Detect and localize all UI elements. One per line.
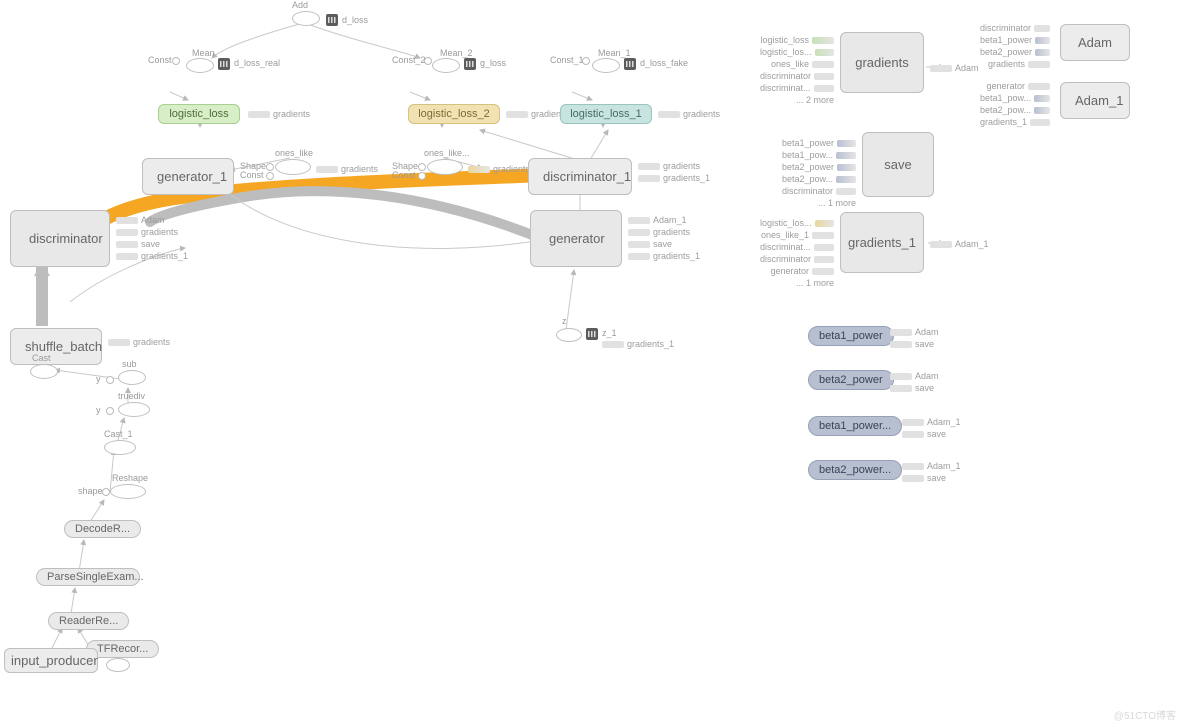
shapep-dot (102, 488, 110, 496)
out-beta2-power: Adam save (890, 370, 939, 394)
in-gradients: logistic_loss logistic_los... ones_like … (760, 34, 834, 106)
node-logistic-loss-1[interactable]: logistic_loss_1 (560, 104, 652, 124)
add-ellipse[interactable] (292, 11, 320, 26)
node-logistic-loss-2[interactable]: logistic_loss_2 (408, 104, 500, 124)
out-ones-like: gradients (316, 163, 378, 175)
out-gradients-1: Adam_1 (930, 238, 989, 250)
shape2-dot (418, 163, 426, 171)
cast1-ellipse[interactable] (104, 440, 136, 455)
node-beta1-power[interactable]: beta1_power (808, 326, 894, 346)
const1-dot (582, 57, 590, 65)
ones-like-1-ellipse[interactable] (427, 159, 463, 175)
label-const-c: Const (392, 170, 416, 180)
const-dot (172, 57, 180, 65)
label-cast: Cast (32, 353, 51, 363)
node-reader[interactable]: ReaderRe... (48, 612, 129, 630)
histogram-icon (586, 328, 598, 340)
mean1-ellipse[interactable] (592, 58, 620, 73)
label-const-1: Const_1 (550, 55, 584, 65)
label-y1: y (96, 374, 101, 384)
node-input-producer[interactable]: input_producer (4, 648, 98, 673)
histogram-icon (218, 58, 230, 70)
histogram-icon (326, 14, 338, 26)
out-z: gradients_1 (602, 338, 674, 350)
in-gradients-1: logistic_los... ones_like_1 discriminat.… (760, 217, 834, 289)
label-g-loss: g_loss (480, 58, 506, 68)
node-adam[interactable]: Adam (1060, 24, 1130, 61)
node-beta2-power-1[interactable]: beta2_power... (808, 460, 902, 480)
out-discriminator-1: gradients gradients_1 (638, 160, 710, 184)
label-d-loss-real: d_loss_real (234, 58, 280, 68)
label-mean-2: Mean_2 (440, 48, 473, 58)
node-beta2-power[interactable]: beta2_power (808, 370, 894, 390)
label-const-2: Const_2 (392, 55, 426, 65)
label-ones-like-1: ones_like... (424, 148, 470, 158)
mean-ellipse[interactable] (186, 58, 214, 73)
label-z1: z_1 (602, 328, 617, 338)
truediv-ellipse[interactable] (118, 402, 150, 417)
reshape-ellipse[interactable] (110, 484, 146, 499)
node-gradients-1[interactable]: gradients_1 (840, 212, 924, 273)
label-const: Const (148, 55, 172, 65)
out-logistic-loss: gradients (248, 108, 310, 120)
node-adam-1[interactable]: Adam_1 (1060, 82, 1130, 119)
histogram-icon (464, 58, 476, 70)
node-generator[interactable]: generator (530, 210, 622, 267)
label-d-loss-fake: d_loss_fake (640, 58, 688, 68)
label-z: z (562, 316, 567, 326)
label-mean-1: Mean_1 (598, 48, 631, 58)
label-ones-like: ones_like (275, 148, 313, 158)
node-discriminator-1[interactable]: discriminator_1 (528, 158, 632, 195)
out-gradients: Adam (930, 62, 979, 74)
label-truediv: truediv (118, 391, 145, 401)
ip-ellipse (106, 658, 130, 672)
in-save: beta1_power beta1_pow... beta2_power bet… (782, 137, 856, 209)
label-sub: sub (122, 359, 137, 369)
label-d-loss: d_loss (342, 15, 368, 25)
node-logistic-loss[interactable]: logistic_loss (158, 104, 240, 124)
watermark: @51CTO博客 (1114, 707, 1176, 722)
node-discriminator[interactable]: discriminator (10, 210, 110, 267)
y2-dot (106, 407, 114, 415)
cast-ellipse[interactable] (30, 364, 58, 379)
shape-dot (266, 163, 274, 171)
mean2-ellipse[interactable] (432, 58, 460, 73)
constb-dot (266, 172, 274, 180)
out-beta1-power-1: Adam_1 save (902, 416, 961, 440)
ones-like-ellipse[interactable] (275, 159, 311, 175)
label-add: Add (292, 0, 308, 10)
out-discriminator: Adam gradients save gradients_1 (116, 214, 188, 262)
node-gradients[interactable]: gradients (840, 32, 924, 93)
node-save[interactable]: save (862, 132, 934, 197)
out-beta2-power-1: Adam_1 save (902, 460, 961, 484)
label-const-b: Const (240, 170, 264, 180)
const2-dot (424, 57, 432, 65)
label-y2: y (96, 405, 101, 415)
out-generator: Adam_1 gradients save gradients_1 (628, 214, 700, 262)
node-beta1-power-1[interactable]: beta1_power... (808, 416, 902, 436)
histogram-icon (624, 58, 636, 70)
label-shape-p: shape (78, 486, 103, 496)
node-shuffle-batch[interactable]: shuffle_batch (10, 328, 102, 365)
label-cast1: Cast_1 (104, 429, 133, 439)
sub-ellipse[interactable] (118, 370, 146, 385)
label-reshape: Reshape (112, 473, 148, 483)
node-parse[interactable]: ParseSingleExam... (36, 568, 140, 586)
node-generator-1[interactable]: generator_1 (142, 158, 234, 195)
z-ellipse[interactable] (556, 328, 582, 342)
node-decode[interactable]: DecodeR... (64, 520, 141, 538)
out-logistic-loss-1: gradients (658, 108, 720, 120)
out-beta1-power: Adam save (890, 326, 939, 350)
label-mean: Mean (192, 48, 215, 58)
in-adam-1: generator beta1_pow... beta2_pow... grad… (980, 80, 1050, 128)
out-shuffle-batch: gradients (108, 336, 170, 348)
y1-dot (106, 376, 114, 384)
constc-dot (418, 172, 426, 180)
in-adam: discriminator beta1_power beta2_power gr… (980, 22, 1050, 70)
